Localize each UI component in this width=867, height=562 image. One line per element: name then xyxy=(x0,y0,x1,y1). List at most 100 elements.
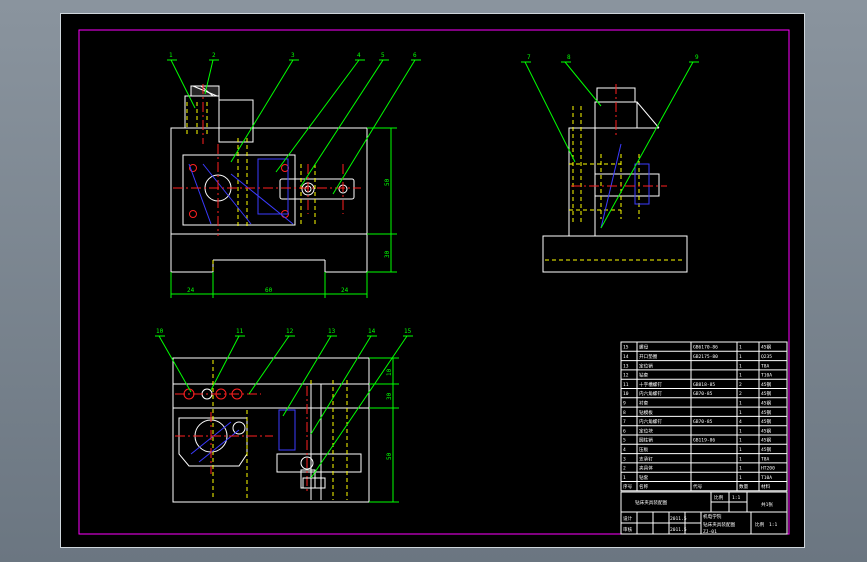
bom-cell: 名称 xyxy=(639,483,649,490)
bom-cell: 1 xyxy=(739,401,742,407)
bom-cell: 45钢 xyxy=(761,409,772,416)
sheet-count: 共1张 xyxy=(761,501,773,508)
bom-cell: 压板 xyxy=(639,446,649,453)
callout-label: 11 xyxy=(236,328,244,335)
bom-cell: GB818-85 xyxy=(693,382,715,388)
bom-cell: 内六角螺钉 xyxy=(639,390,662,397)
front-view xyxy=(170,85,368,273)
bom-cell: 支承钉 xyxy=(639,455,653,462)
dim-label: 50 xyxy=(384,178,391,186)
callout-label: 1 xyxy=(169,52,173,59)
bom-cell: 1 xyxy=(739,410,742,416)
bom-cell: T10A xyxy=(761,475,772,481)
callout-label: 6 xyxy=(413,52,417,59)
callout-label: 10 xyxy=(156,328,164,335)
bom-cell: 45钢 xyxy=(761,344,772,351)
dim-label: 10 xyxy=(386,368,393,376)
bom-cell: 12 xyxy=(623,373,629,379)
bom-cell: 45钢 xyxy=(761,381,772,388)
bom-cell: 45钢 xyxy=(761,418,772,425)
bom-cell: 9 xyxy=(623,401,626,407)
dim-label: 24 xyxy=(187,287,195,294)
bom-cell: 45钢 xyxy=(761,446,772,453)
callout-label: 8 xyxy=(567,54,571,61)
bom-cell: 1 xyxy=(739,438,742,444)
bom-cell: 4 xyxy=(623,447,626,453)
callout-label: 13 xyxy=(328,328,336,335)
bom-cell: 2 xyxy=(623,466,626,472)
date-label: 2011.5 xyxy=(670,516,687,522)
sheet-block-text: 钻床夹具装配图 比例 1:1 共1张 xyxy=(635,494,773,508)
bom-cell: 10 xyxy=(623,391,629,397)
bom-cell: 1 xyxy=(739,475,742,481)
bill-of-materials: 15 螺母 GB6170-86 1 45钢14 开口垫圈 GB2175-80 1 Q23513 定… xyxy=(620,341,788,492)
bom-cell: 钻模板 xyxy=(639,409,653,416)
top-leaders xyxy=(155,335,413,503)
bom-cell: 6 xyxy=(623,428,626,434)
callout-label: 12 xyxy=(286,328,294,335)
callout-label: 15 xyxy=(404,328,412,335)
callout-label: 4 xyxy=(357,52,361,59)
bom-cell: GB70-85 xyxy=(693,419,713,425)
assembly-drawing: 1 2 3 4 5 6 50 30 24 60 24 7 8 9 10 11 1… xyxy=(78,29,790,535)
bom-cell: 钻套 xyxy=(639,372,649,379)
bom-cell: 圆柱销 xyxy=(639,437,653,444)
dim-label: 30 xyxy=(386,392,393,400)
top-view xyxy=(172,357,370,503)
bom-cell: 衬套 xyxy=(639,400,649,407)
bom-cell: T10A xyxy=(761,373,772,379)
side-callouts: 7 8 9 xyxy=(527,54,699,61)
bom-cell: 13 xyxy=(623,363,629,369)
front-leaders xyxy=(167,59,421,195)
bom-cell: 2 xyxy=(739,382,742,388)
bom-cell: 1 xyxy=(739,428,742,434)
scale-value: 1:1 xyxy=(732,495,741,501)
cad-viewport[interactable]: 1 2 3 4 5 6 50 30 24 60 24 7 8 9 10 11 1… xyxy=(0,0,867,562)
drawing-title: 钻床夹具装配图 xyxy=(635,499,668,506)
date-label: 2011.5 xyxy=(670,527,687,533)
side-view xyxy=(542,87,688,273)
drawing-canvas[interactable]: 1 2 3 4 5 6 50 30 24 60 24 7 8 9 10 11 1… xyxy=(60,13,805,548)
bom-cell: GB119-86 xyxy=(693,438,715,444)
check-label: 审核 xyxy=(623,526,633,533)
bom-cell: GB70-85 xyxy=(693,391,713,397)
bom-cell: 定位销 xyxy=(639,362,653,369)
bom-cell: 14 xyxy=(623,354,629,360)
bom-cell: Q235 xyxy=(761,354,772,360)
bom-cell: 8 xyxy=(623,410,626,416)
bom-cell: 内六角螺钉 xyxy=(639,418,662,425)
front-callouts: 1 2 3 4 5 6 xyxy=(169,52,417,59)
bom-cell: 1 xyxy=(739,466,742,472)
side-leaders xyxy=(521,61,699,229)
bom-cell: 1 xyxy=(739,447,742,453)
design-label: 设计 xyxy=(623,515,633,522)
front-body xyxy=(170,127,368,235)
scale-label: 比例 xyxy=(755,521,765,528)
bom-cell: 1 xyxy=(739,354,742,360)
bom-cell: 1 xyxy=(739,373,742,379)
callout-label: 14 xyxy=(368,328,376,335)
bom-cell: T8A xyxy=(761,363,770,369)
dim-label: 50 xyxy=(386,452,393,460)
bom-cell: 材料 xyxy=(761,483,771,490)
drawing-title: 钻床夹具装配图 xyxy=(703,521,736,528)
dim-label: 24 xyxy=(341,287,349,294)
top-centerlines xyxy=(175,386,308,494)
bom-cell: 螺母 xyxy=(639,344,649,351)
bom-cell: 代号 xyxy=(693,483,703,490)
bom-cell: HT200 xyxy=(761,466,775,472)
callout-label: 7 xyxy=(527,54,531,61)
callout-label: 3 xyxy=(291,52,295,59)
side-hidden xyxy=(545,106,685,261)
bom-cell: 夹具体 xyxy=(639,465,653,472)
bom-cell: 开口垫圈 xyxy=(639,353,658,360)
bom-cell: 7 xyxy=(623,419,626,425)
bom-cell: 钻套 xyxy=(639,474,649,481)
bom-cell: 数量 xyxy=(739,483,749,490)
front-centerlines xyxy=(173,84,361,236)
bom-cell: 45钢 xyxy=(761,427,772,434)
bom-cell: 1 xyxy=(739,345,742,351)
bom-cell: 3 xyxy=(623,456,626,462)
bom-cell: 定位块 xyxy=(639,427,653,434)
callout-label: 5 xyxy=(381,52,385,59)
